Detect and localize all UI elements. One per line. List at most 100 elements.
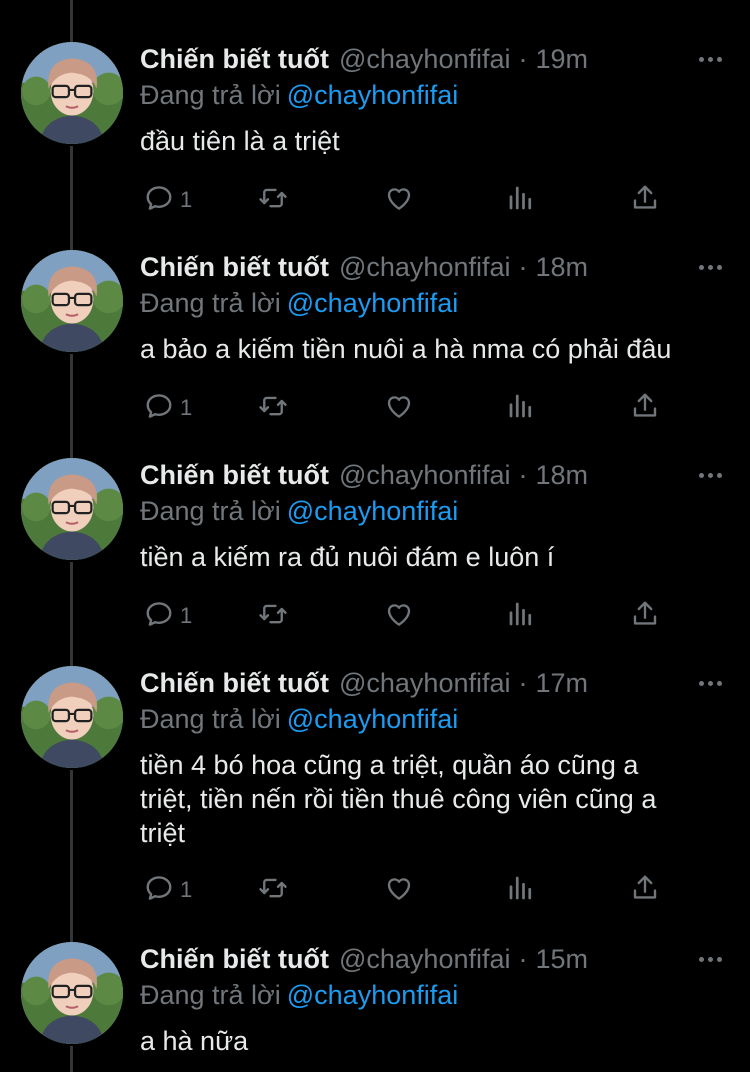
share-icon — [630, 183, 660, 218]
like-button[interactable] — [384, 388, 414, 428]
views-button[interactable] — [506, 180, 536, 220]
thread-feed: Chiến biết tuốt @chayhonfifai · 19m Đang… — [0, 0, 750, 1072]
heart-icon — [384, 183, 414, 218]
heart-icon — [384, 391, 414, 426]
avatar[interactable] — [21, 942, 123, 1044]
share-button[interactable] — [630, 388, 660, 428]
tweet-header: Chiến biết tuốt @chayhonfifai · 18m — [140, 458, 700, 492]
tweet[interactable]: Chiến biết tuốt @chayhonfifai · 15m Đang… — [0, 942, 750, 1072]
mention-link[interactable]: @chayhonfifai — [287, 80, 459, 110]
like-button[interactable] — [384, 870, 414, 910]
user-handle[interactable]: @chayhonfifai — [339, 44, 511, 75]
share-button[interactable] — [630, 596, 660, 636]
more-icon[interactable] — [699, 42, 722, 76]
reply-button[interactable]: 1 — [144, 388, 192, 428]
tweet-text: a bảo a kiếm tiền nuôi a hà nma có phải … — [140, 334, 672, 364]
reply-icon — [144, 391, 174, 426]
user-handle[interactable]: @chayhonfifai — [339, 252, 511, 283]
separator-dot: · — [518, 43, 528, 74]
replying-to: Đang trả lời @chayhonfifai — [140, 704, 458, 735]
tweet[interactable]: Chiến biết tuốt @chayhonfifai · 18m Đang… — [0, 250, 750, 438]
retweet-button[interactable] — [258, 180, 288, 220]
timestamp[interactable]: 19m — [536, 44, 589, 75]
retweet-icon — [258, 599, 288, 634]
user-handle[interactable]: @chayhonfifai — [339, 460, 511, 491]
separator-dot: · — [518, 667, 528, 698]
reply-prefix: Đang trả lời — [140, 496, 281, 526]
avatar[interactable] — [21, 250, 123, 352]
thread-connector-line — [70, 0, 73, 42]
share-icon — [630, 391, 660, 426]
tweet-actions: 1 — [140, 870, 680, 910]
timestamp[interactable]: 15m — [536, 944, 589, 975]
tweet-header: Chiến biết tuốt @chayhonfifai · 18m — [140, 250, 700, 284]
more-icon[interactable] — [699, 458, 722, 492]
reply-count: 1 — [180, 187, 193, 212]
share-button[interactable] — [630, 180, 660, 220]
display-name[interactable]: Chiến biết tuốt — [140, 44, 329, 75]
mention-link[interactable]: @chayhonfifai — [287, 288, 459, 318]
views-button[interactable] — [506, 870, 536, 910]
retweet-icon — [258, 391, 288, 426]
display-name[interactable]: Chiến biết tuốt — [140, 668, 329, 699]
tweet-header: Chiến biết tuốt @chayhonfifai · 19m — [140, 42, 700, 76]
display-name[interactable]: Chiến biết tuốt — [140, 460, 329, 491]
views-icon — [506, 599, 536, 634]
views-icon — [506, 183, 536, 218]
avatar[interactable] — [21, 458, 123, 560]
retweet-button[interactable] — [258, 596, 288, 636]
reply-icon — [144, 873, 174, 908]
reply-count: 1 — [180, 395, 193, 420]
tweet-text: tiền a kiếm ra đủ nuôi đám e luôn í — [140, 542, 555, 572]
display-name[interactable]: Chiến biết tuốt — [140, 252, 329, 283]
like-button[interactable] — [384, 180, 414, 220]
reply-prefix: Đang trả lời — [140, 704, 281, 734]
user-handle[interactable]: @chayhonfifai — [339, 668, 511, 699]
mention-link[interactable]: @chayhonfifai — [287, 980, 459, 1010]
reply-count: 1 — [180, 603, 193, 628]
tweet-text: a hà nữa — [140, 1026, 249, 1056]
tweet[interactable]: Chiến biết tuốt @chayhonfifai · 18m Đang… — [0, 458, 750, 646]
more-icon[interactable] — [699, 942, 722, 976]
more-icon[interactable] — [699, 666, 722, 700]
retweet-icon — [258, 873, 288, 908]
reply-button[interactable]: 1 — [144, 596, 192, 636]
more-icon[interactable] — [699, 250, 722, 284]
tweet-actions: 1 — [140, 388, 680, 428]
retweet-button[interactable] — [258, 870, 288, 910]
retweet-icon — [258, 183, 288, 218]
reply-button[interactable]: 1 — [144, 870, 192, 910]
tweet[interactable]: Chiến biết tuốt @chayhonfifai · 17m Đang… — [0, 666, 750, 920]
replying-to: Đang trả lời @chayhonfifai — [140, 496, 458, 527]
tweet-header: Chiến biết tuốt @chayhonfifai · 15m — [140, 942, 700, 976]
tweet-actions: 1 — [140, 596, 680, 636]
reply-count: 1 — [180, 877, 193, 902]
avatar[interactable] — [21, 666, 123, 768]
tweet-text: tiền 4 bó hoa cũng a triệt, quần áo cũng… — [140, 750, 657, 848]
views-button[interactable] — [506, 596, 536, 636]
retweet-button[interactable] — [258, 388, 288, 428]
separator-dot: · — [518, 251, 528, 282]
heart-icon — [384, 599, 414, 634]
reply-prefix: Đang trả lời — [140, 80, 281, 110]
views-icon — [506, 873, 536, 908]
views-button[interactable] — [506, 388, 536, 428]
replying-to: Đang trả lời @chayhonfifai — [140, 288, 458, 319]
tweet[interactable]: Chiến biết tuốt @chayhonfifai · 19m Đang… — [0, 42, 750, 230]
like-button[interactable] — [384, 596, 414, 636]
timestamp[interactable]: 18m — [536, 460, 589, 491]
share-icon — [630, 873, 660, 908]
mention-link[interactable]: @chayhonfifai — [287, 496, 459, 526]
timestamp[interactable]: 17m — [536, 668, 589, 699]
avatar[interactable] — [21, 42, 123, 144]
views-icon — [506, 391, 536, 426]
share-button[interactable] — [630, 870, 660, 910]
reply-button[interactable]: 1 — [144, 180, 192, 220]
mention-link[interactable]: @chayhonfifai — [287, 704, 459, 734]
user-handle[interactable]: @chayhonfifai — [339, 944, 511, 975]
display-name[interactable]: Chiến biết tuốt — [140, 944, 329, 975]
reply-prefix: Đang trả lời — [140, 288, 281, 318]
timestamp[interactable]: 18m — [536, 252, 589, 283]
heart-icon — [384, 873, 414, 908]
share-icon — [630, 599, 660, 634]
